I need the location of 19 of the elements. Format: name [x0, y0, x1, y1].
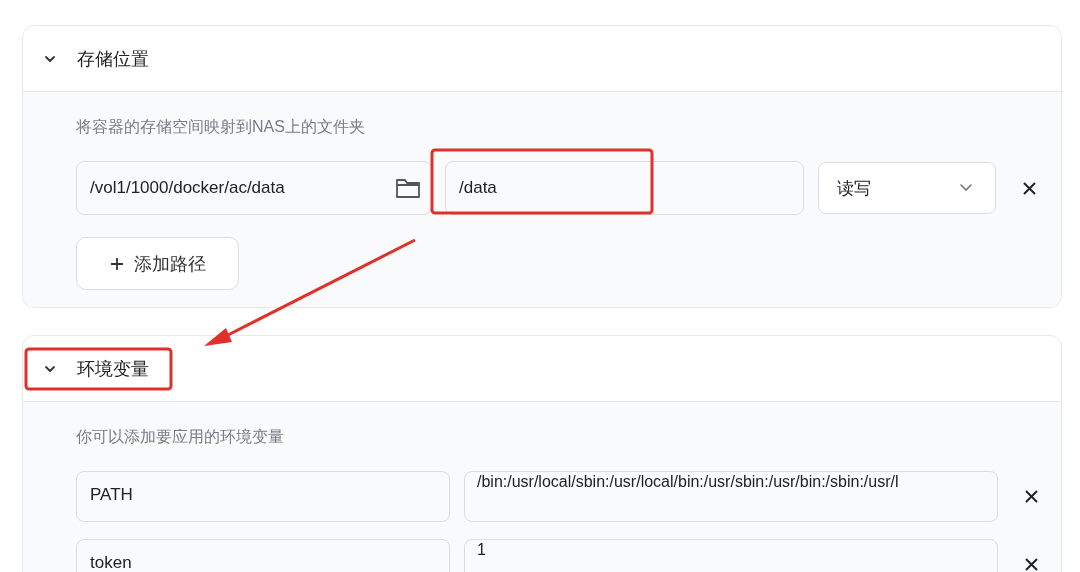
- close-icon: [1022, 181, 1036, 195]
- folder-icon[interactable]: [395, 177, 421, 199]
- close-icon: [1024, 558, 1038, 571]
- section-description: 将容器的存储空间映射到NAS上的文件夹: [76, 117, 366, 137]
- caret-icon: [959, 183, 973, 193]
- input-field[interactable]: /data: [445, 161, 804, 215]
- dropdown[interactable]: 读写: [818, 162, 996, 214]
- input-field[interactable]: token: [76, 539, 450, 572]
- input-field[interactable]: PATH: [76, 471, 450, 522]
- input-field[interactable]: 1: [464, 539, 998, 572]
- section-description: 你可以添加要应用的环境变量: [76, 427, 285, 447]
- close-icon: [1024, 490, 1038, 503]
- dropdown-value: 读写: [837, 177, 871, 200]
- input-field[interactable]: /vol1/1000/docker/ac/data: [76, 161, 432, 215]
- plus-icon: [109, 256, 124, 271]
- input-field[interactable]: /bin:/usr/local/sbin:/usr/local/bin:/usr/sbin:/usr/bin:/sbin:/usr/l: [464, 471, 998, 522]
- section-title: 存储位置: [77, 47, 149, 71]
- add-path-button[interactable]: 添加路径: [76, 237, 239, 290]
- section-title: 环境变量: [77, 357, 149, 381]
